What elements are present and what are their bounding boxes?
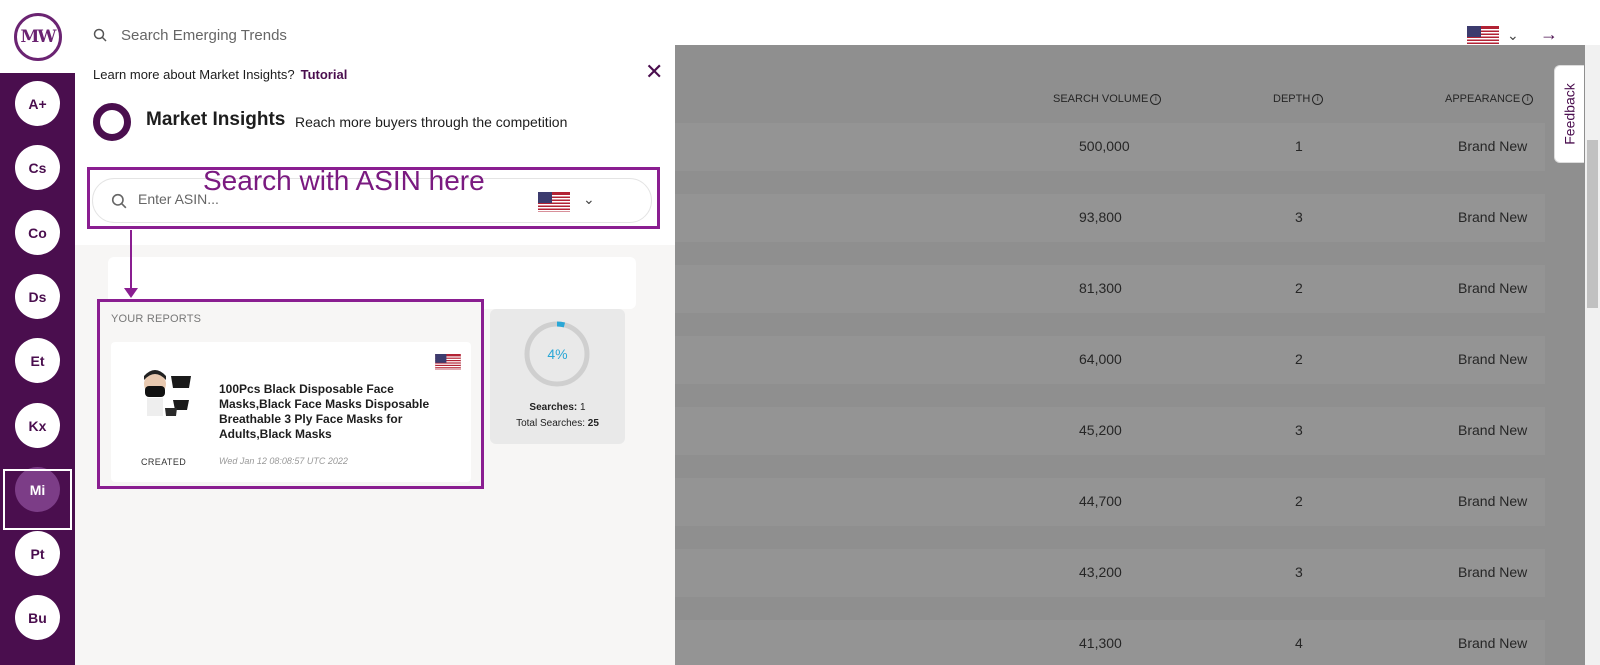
rail-item-bu[interactable]: Bu: [15, 595, 60, 640]
annotation-arrow-line: [130, 230, 132, 292]
trends-search-input[interactable]: Search Emerging Trends: [121, 27, 287, 44]
cell-depth: 3: [1295, 564, 1303, 580]
cell-search-volume: 93,800: [1079, 209, 1122, 225]
cell-depth: 2: [1295, 351, 1303, 367]
cell-appearance: Brand New: [1458, 564, 1528, 580]
cell-search-volume: 44,700: [1079, 493, 1122, 509]
report-card[interactable]: 100Pcs Black Disposable Face Masks,Black…: [111, 342, 471, 482]
cell-search-volume: 81,300: [1079, 280, 1122, 296]
cell-appearance: Brand New: [1458, 209, 1528, 225]
feedback-tab[interactable]: Feedback: [1554, 65, 1584, 163]
your-reports-section: YOUR REPORTS 100Pcs Black Disposable Fac…: [97, 299, 484, 489]
cell-depth: 1: [1295, 138, 1303, 154]
rail-item-co[interactable]: Co: [15, 210, 60, 255]
top-bar: Search Emerging Trends ⌄ →: [75, 0, 1600, 46]
us-flag-icon: [435, 354, 461, 370]
annotation-text: Search with ASIN here: [203, 165, 485, 196]
rail-active-highlight: [3, 469, 72, 530]
cell-depth: 3: [1295, 422, 1303, 438]
cell-appearance: Brand New: [1458, 635, 1528, 651]
total-searches-count: Total Searches: 25: [516, 418, 599, 429]
product-thumbnail: [144, 370, 191, 416]
panel-subtitle: Reach more buyers through the competitio…: [295, 114, 568, 130]
created-label: CREATED: [141, 457, 187, 467]
search-icon: [93, 28, 107, 42]
annotation-arrowhead: [124, 288, 138, 298]
cell-search-volume: 43,200: [1079, 564, 1122, 580]
trends-table: SEARCH VOLUME i DEPTH i APPEARANCE i 500,00…: [675, 45, 1585, 665]
progress-percent: 4%: [547, 346, 568, 362]
table-header: SEARCH VOLUME i DEPTH i APPEARANCE i: [675, 45, 1585, 115]
table-row[interactable]: 64,000 2 Brand New: [675, 336, 1545, 384]
header-appearance[interactable]: APPEARANCE i: [1445, 93, 1534, 105]
cell-appearance: Brand New: [1458, 351, 1528, 367]
cell-depth: 2: [1295, 280, 1303, 296]
info-icon: i: [1522, 93, 1534, 105]
header-search-volume[interactable]: SEARCH VOLUME i: [1053, 93, 1162, 105]
rail-item-cs[interactable]: Cs: [15, 145, 60, 190]
rail-item-et[interactable]: Et: [15, 338, 60, 383]
chevron-down-icon[interactable]: ⌄: [1507, 27, 1519, 44]
cell-appearance: Brand New: [1458, 422, 1528, 438]
cell-appearance: Brand New: [1458, 280, 1528, 296]
scrollbar-track[interactable]: [1585, 45, 1600, 665]
cell-depth: 4: [1295, 635, 1303, 651]
left-rail: MW A+ Cs Co Ds Et Kx Mi Pt Bu: [0, 0, 75, 665]
cell-search-volume: 64,000: [1079, 351, 1122, 367]
table-row[interactable]: 45,200 3 Brand New: [675, 407, 1545, 455]
rail-item-a-plus[interactable]: A+: [15, 81, 60, 126]
table-row[interactable]: 44,700 2 Brand New: [675, 478, 1545, 526]
searches-count: Searches: 1: [529, 402, 586, 413]
rail-item-pt[interactable]: Pt: [15, 531, 60, 576]
rail-item-kx[interactable]: Kx: [15, 403, 60, 448]
cell-depth: 3: [1295, 209, 1303, 225]
app-logo[interactable]: MW: [0, 0, 75, 73]
logo-icon: MW: [13, 12, 62, 61]
cell-search-volume: 500,000: [1079, 138, 1130, 154]
header-depth[interactable]: DEPTH i: [1273, 93, 1324, 105]
info-icon: i: [1312, 93, 1324, 105]
table-row[interactable]: 43,200 3 Brand New: [675, 549, 1545, 597]
report-title[interactable]: 100Pcs Black Disposable Face Masks,Black…: [219, 382, 449, 442]
cell-search-volume: 41,300: [1079, 635, 1122, 651]
market-insights-panel: Learn more about Market Insights? Tutoria…: [75, 45, 675, 665]
info-icon: i: [1150, 93, 1162, 105]
cell-appearance: Brand New: [1458, 493, 1528, 509]
cell-depth: 2: [1295, 493, 1303, 509]
cell-appearance: Brand New: [1458, 138, 1528, 154]
search-stats-card: 4% Searches: 1 Total Searches: 25: [490, 309, 625, 444]
cell-search-volume: 45,200: [1079, 422, 1122, 438]
tutorial-link[interactable]: Tutorial: [301, 67, 348, 82]
close-icon[interactable]: ✕: [645, 59, 663, 85]
table-row[interactable]: 93,800 3 Brand New: [675, 194, 1545, 242]
arrow-right-icon[interactable]: →: [1540, 24, 1558, 45]
learn-more-text: Learn more about Market Insights? Tutoria…: [93, 67, 348, 82]
table-row[interactable]: 41,300 4 Brand New: [675, 620, 1545, 665]
rail-item-ds[interactable]: Ds: [15, 274, 60, 319]
reports-label: YOUR REPORTS: [111, 313, 202, 325]
us-flag-icon[interactable]: [1467, 26, 1499, 46]
created-date: Wed Jan 12 08:08:57 UTC 2022: [219, 456, 348, 466]
scrollbar-thumb[interactable]: [1587, 140, 1598, 308]
table-row[interactable]: 81,300 2 Brand New: [675, 265, 1545, 313]
panel-title: Market Insights: [146, 109, 286, 130]
table-row[interactable]: 500,000 1 Brand New: [675, 123, 1545, 171]
market-insights-icon: [93, 103, 131, 141]
